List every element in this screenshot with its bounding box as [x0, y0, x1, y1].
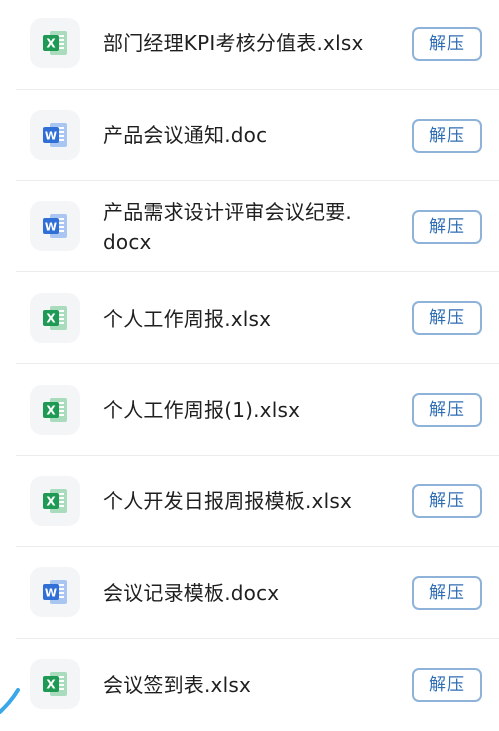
- file-row[interactable]: W 会议记录模板.docx 解压: [0, 547, 499, 639]
- file-icon-tile: X: [30, 659, 80, 709]
- excel-icon: X: [43, 672, 67, 696]
- unzip-button[interactable]: 解压: [412, 393, 482, 427]
- word-icon: W: [43, 580, 67, 604]
- file-icon-tile: W: [30, 567, 80, 617]
- file-icon-letter: W: [45, 221, 57, 234]
- file-icon-tile: W: [30, 201, 80, 251]
- file-name: 会议记录模板.docx: [103, 581, 280, 605]
- file-name: 部门经理KPI考核分值表.xlsx: [103, 31, 364, 55]
- file-icon-letter: X: [46, 312, 56, 326]
- excel-icon: X: [43, 398, 67, 422]
- unzip-button[interactable]: 解压: [412, 484, 482, 518]
- file-icon-letter: X: [46, 404, 56, 418]
- file-icon-letter: X: [46, 37, 56, 51]
- file-row[interactable]: X 会议签到表.xlsx 解压: [0, 639, 499, 731]
- file-name: 产品需求设计评审会议纪要.docx: [103, 200, 352, 254]
- file-icon-tile: W: [30, 110, 80, 160]
- file-row[interactable]: W 产品会议通知.doc 解压: [0, 90, 499, 182]
- file-icon-letter: X: [46, 678, 56, 692]
- file-icon-letter: W: [45, 587, 57, 600]
- file-icon-letter: X: [46, 495, 56, 509]
- file-icon-tile: X: [30, 18, 80, 68]
- unzip-button[interactable]: 解压: [412, 210, 482, 244]
- excel-icon: X: [43, 489, 67, 513]
- file-name: 个人开发日报周报模板.xlsx: [103, 489, 353, 513]
- file-icon-tile: X: [30, 385, 80, 435]
- word-icon: W: [43, 214, 67, 238]
- unzip-button[interactable]: 解压: [412, 301, 482, 335]
- file-name: 个人工作周报.xlsx: [103, 307, 272, 331]
- word-icon: W: [43, 123, 67, 147]
- file-icon-tile: X: [30, 476, 80, 526]
- file-row[interactable]: X 个人工作周报(1).xlsx 解压: [0, 364, 499, 456]
- excel-icon: X: [43, 31, 67, 55]
- excel-icon: X: [43, 306, 67, 330]
- file-row[interactable]: X 部门经理KPI考核分值表.xlsx 解压: [0, 0, 499, 92]
- unzip-button[interactable]: 解压: [412, 668, 482, 702]
- file-name: 会议签到表.xlsx: [103, 673, 252, 697]
- file-icon-letter: W: [45, 130, 57, 143]
- unzip-button[interactable]: 解压: [412, 576, 482, 610]
- unzip-button[interactable]: 解压: [412, 27, 482, 61]
- file-row[interactable]: W 产品需求设计评审会议纪要.docx 解压: [0, 181, 499, 273]
- unzip-button[interactable]: 解压: [412, 119, 482, 153]
- file-row[interactable]: X 个人工作周报.xlsx 解压: [0, 272, 499, 364]
- file-row[interactable]: X 个人开发日报周报模板.xlsx 解压: [0, 456, 499, 548]
- file-name: 个人工作周报(1).xlsx: [103, 398, 301, 422]
- file-list: X 部门经理KPI考核分值表.xlsx 解压 W 产品会议通知.doc 解压 W…: [0, 0, 499, 728]
- file-icon-tile: X: [30, 293, 80, 343]
- file-name: 产品会议通知.doc: [103, 123, 268, 147]
